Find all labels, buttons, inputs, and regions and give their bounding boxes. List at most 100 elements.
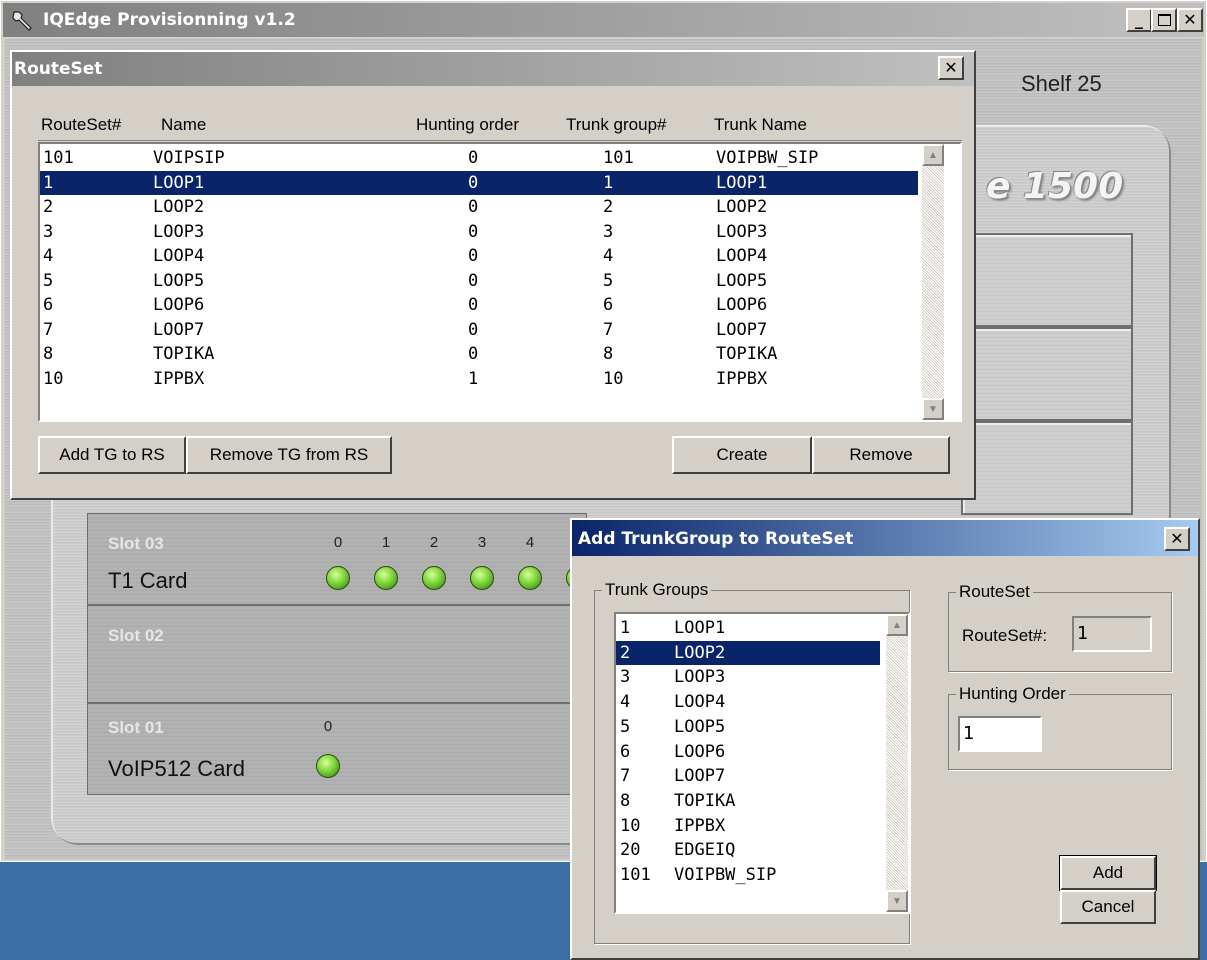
scroll-up-button[interactable]: ▲ — [922, 144, 944, 166]
routeset-cell-name: IPPBX — [153, 368, 205, 389]
routeset-row[interactable]: 101 VOIPSIP 0 101 VOIPBW_SIP — [40, 146, 918, 170]
routeset-row[interactable]: 7 LOOP7 0 7 LOOP7 — [40, 318, 918, 342]
trunk-group-number: 101 — [620, 865, 651, 885]
routeset-cell-trunk-group: 3 — [603, 221, 614, 242]
routeset-cell-hunting: 0 — [468, 148, 479, 168]
trunk-group-item[interactable]: 3 LOOP3 — [616, 665, 880, 689]
trunk-group-name: LOOP3 — [674, 667, 726, 688]
slot-01[interactable]: Slot 01 VoIP512 Card 0 — [87, 703, 587, 795]
routeset-row[interactable]: 5 LOOP5 0 5 LOOP5 — [40, 269, 918, 293]
add-tg-to-rs-button[interactable]: Add TG to RS — [38, 436, 186, 474]
routeset-cell-routeset: 4 — [43, 246, 54, 266]
routeset-cell-trunk-name: LOOP3 — [716, 221, 768, 242]
routeset-dialog: RouteSet ✕ RouteSet# Name Hunting order … — [10, 50, 976, 500]
scroll-down-button[interactable]: ▼ — [922, 398, 944, 420]
slot-card-name: VoIP512 Card — [108, 756, 245, 781]
trunk-group-item[interactable]: 101 VOIPBW_SIP — [616, 863, 880, 887]
column-header-trunk-group[interactable]: Trunk group# — [566, 115, 666, 135]
routeset-list[interactable]: 101 VOIPSIP 0 101 VOIPBW_SIP 1 LOOP1 0 1 LOOP1 2 LO… — [38, 142, 962, 422]
trunk-groups-rows: 1 LOOP1 2 LOOP2 3 LOOP3 4 LOOP4 5 LOOP5 6 LOOP6 7 LOO… — [616, 616, 880, 912]
routeset-scrollbar[interactable]: ▲ ▼ — [922, 144, 944, 420]
routeset-cell-routeset: 5 — [43, 270, 54, 291]
routeset-cell-routeset: 3 — [43, 221, 54, 242]
slot-03[interactable]: Slot 03 T1 Card 0 1 2 3 4 — [87, 513, 590, 605]
port-led[interactable] — [316, 754, 340, 778]
routeset-row[interactable]: 10 IPPBX 1 10 IPPBX — [40, 367, 918, 391]
shelf-panel-1[interactable] — [961, 233, 1133, 327]
shelf-panel-2[interactable] — [961, 327, 1133, 421]
port-led[interactable] — [374, 566, 398, 590]
routeset-cell-trunk-group: 1 — [603, 172, 614, 193]
routeset-cell-name: LOOP7 — [153, 319, 205, 340]
trunk-group-number: 8 — [620, 790, 631, 811]
routeset-cell-name: TOPIKA — [153, 344, 215, 364]
column-header-hunting-order[interactable]: Hunting order — [416, 115, 519, 135]
column-header-name[interactable]: Name — [161, 115, 206, 135]
routeset-row[interactable]: 4 LOOP4 0 4 LOOP4 — [40, 244, 918, 268]
routeset-list-header: RouteSet# Name Hunting order Trunk group… — [38, 110, 962, 141]
close-button[interactable]: ✕ — [1177, 8, 1203, 32]
routeset-row[interactable]: 1 LOOP1 0 1 LOOP1 — [40, 170, 918, 195]
port-led[interactable] — [326, 566, 350, 590]
routeset-titlebar[interactable]: RouteSet ✕ — [12, 52, 974, 86]
routeset-number-field[interactable]: 1 — [1072, 616, 1152, 652]
trunk-group-item[interactable]: 1 LOOP1 — [616, 616, 880, 640]
maximize-icon — [1157, 14, 1171, 26]
column-header-trunk-name[interactable]: Trunk Name — [714, 115, 807, 135]
maximize-button[interactable] — [1151, 8, 1177, 32]
routeset-row[interactable]: 2 LOOP2 0 2 LOOP2 — [40, 195, 918, 219]
trunk-groups-list[interactable]: 1 LOOP1 2 LOOP2 3 LOOP3 4 LOOP4 5 LOOP5 6 LOOP6 7 LOO… — [614, 612, 910, 914]
trunk-group-item[interactable]: 2 LOOP2 — [616, 640, 880, 665]
slot-card-name: T1 Card — [108, 568, 188, 593]
routeset-cell-hunting: 0 — [468, 172, 479, 193]
routeset-field-label: RouteSet#: — [962, 626, 1048, 645]
routeset-cell-trunk-name: LOOP5 — [716, 270, 768, 291]
trunk-group-item[interactable]: 8 TOPIKA — [616, 789, 880, 813]
trunk-group-name: LOOP2 — [674, 642, 726, 663]
trunk-group-item[interactable]: 4 LOOP4 — [616, 690, 880, 714]
trunk-group-item[interactable]: 10 IPPBX — [616, 814, 880, 838]
routeset-cell-hunting: 0 — [468, 221, 479, 242]
main-window-title: IQEdge Provisionning v1.2 — [43, 10, 296, 30]
trunk-group-item[interactable]: 6 LOOP6 — [616, 740, 880, 764]
routeset-row[interactable]: 6 LOOP6 0 6 LOOP6 — [40, 293, 918, 317]
routeset-row[interactable]: 8 TOPIKA 0 8 TOPIKA — [40, 342, 918, 366]
cancel-button[interactable]: Cancel — [1060, 890, 1156, 924]
trunk-groups-scrollbar[interactable]: ▲ ▼ — [886, 614, 908, 912]
scroll-down-button[interactable]: ▼ — [886, 890, 908, 912]
trunk-group-item[interactable]: 20 EDGEIQ — [616, 838, 880, 862]
routeset-close-button[interactable]: ✕ — [938, 56, 964, 80]
add-trunkgroup-close-button[interactable]: ✕ — [1164, 527, 1190, 551]
trunk-group-item[interactable]: 7 LOOP7 — [616, 764, 880, 788]
shelf-panel-3[interactable] — [961, 421, 1133, 515]
remove-tg-from-rs-button[interactable]: Remove TG from RS — [186, 436, 392, 474]
trunk-group-name: LOOP6 — [674, 741, 726, 762]
routeset-cell-hunting: 0 — [468, 319, 479, 340]
routeset-cell-routeset: 101 — [43, 148, 74, 168]
add-trunkgroup-titlebar[interactable]: Add TrunkGroup to RouteSet ✕ — [572, 520, 1198, 556]
minimize-button[interactable]: _ — [1126, 8, 1152, 32]
routeset-rows: 101 VOIPSIP 0 101 VOIPBW_SIP 1 LOOP1 0 1 LOOP1 2 LO… — [40, 146, 920, 416]
remove-button[interactable]: Remove — [812, 436, 950, 474]
add-button[interactable]: Add — [1059, 855, 1157, 891]
trunk-group-item[interactable]: 5 LOOP5 — [616, 715, 880, 739]
hunting-order-input[interactable]: 1 — [958, 716, 1042, 752]
column-header-routeset[interactable]: RouteSet# — [41, 115, 121, 135]
slot-02[interactable]: Slot 02 — [87, 605, 587, 703]
trunk-group-number: 10 — [620, 815, 641, 836]
routeset-cell-name: LOOP3 — [153, 221, 205, 242]
create-button[interactable]: Create — [672, 436, 812, 474]
port-led[interactable] — [422, 566, 446, 590]
main-titlebar[interactable]: IQEdge Provisionning v1.2 _ ✕ — [3, 3, 1204, 37]
scroll-up-button[interactable]: ▲ — [886, 614, 908, 636]
trunk-group-name: TOPIKA — [674, 790, 736, 811]
routeset-cell-name: LOOP1 — [153, 172, 205, 193]
routeset-group-label: RouteSet — [956, 582, 1033, 602]
port-led[interactable] — [470, 566, 494, 590]
routeset-cell-trunk-name: LOOP4 — [716, 246, 768, 266]
wrench-icon — [12, 11, 32, 31]
port-led[interactable] — [518, 566, 542, 590]
trunk-group-number: 3 — [620, 667, 631, 688]
routeset-row[interactable]: 3 LOOP3 0 3 LOOP3 — [40, 220, 918, 244]
shelf-label: Shelf 25 — [1021, 71, 1102, 96]
